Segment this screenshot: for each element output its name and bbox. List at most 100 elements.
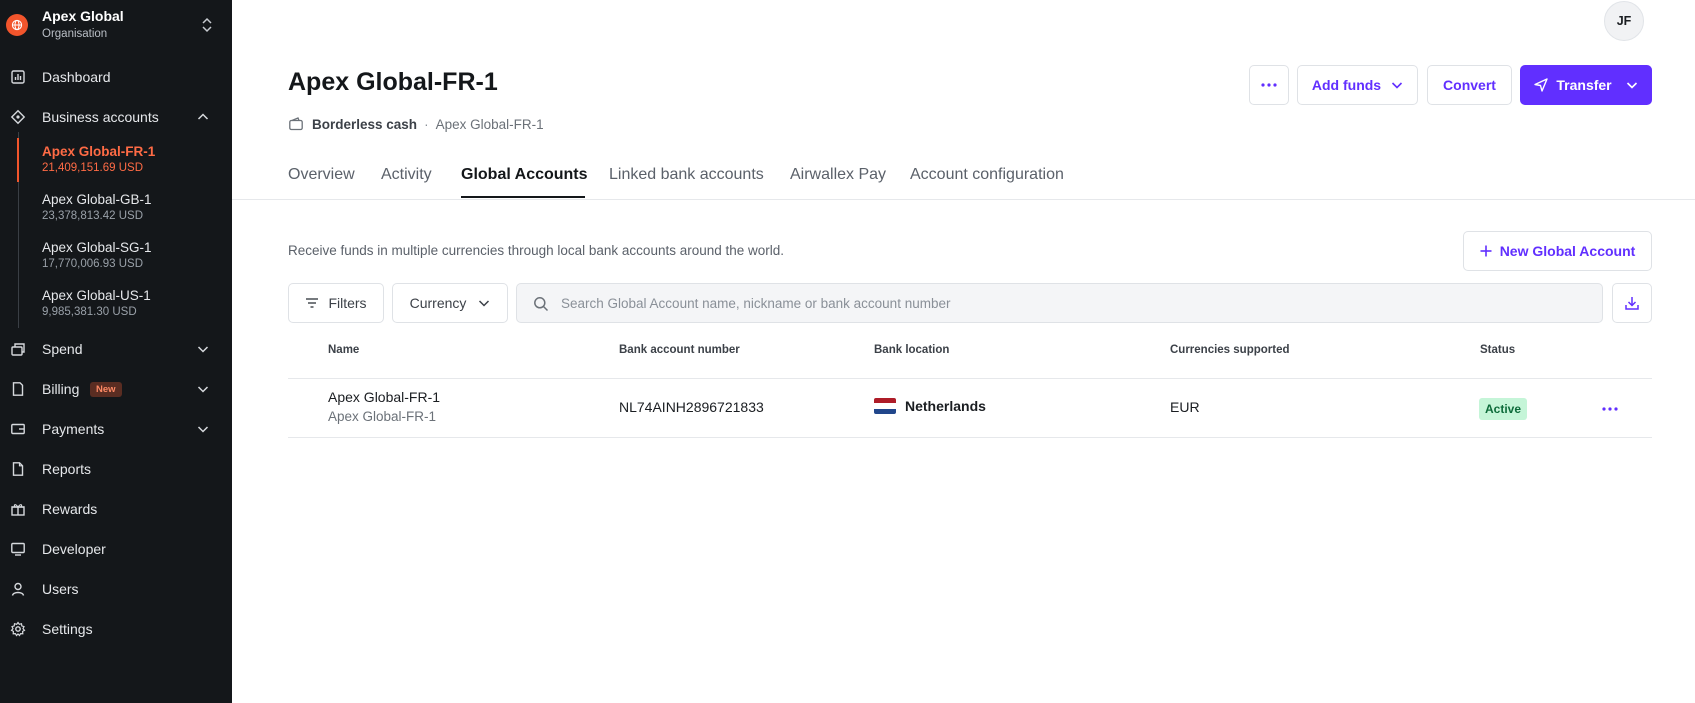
tab-linked-bank-accounts[interactable]: Linked bank accounts — [609, 166, 764, 184]
sidebar-item-label: Spend — [42, 341, 83, 357]
sidebar-item-spend[interactable]: Spend — [0, 331, 232, 367]
chevron-up-icon — [197, 113, 209, 120]
chevron-down-icon — [197, 346, 209, 353]
send-icon — [1534, 78, 1549, 92]
account-name: Apex Global-FR-1 — [42, 144, 156, 159]
currency-dropdown[interactable]: Currency — [392, 283, 508, 323]
chevron-down-icon — [479, 300, 490, 307]
sidebar-item-business-accounts[interactable]: Business accounts — [0, 99, 232, 135]
column-header-account-number: Bank account number — [619, 344, 740, 356]
document-icon — [12, 462, 24, 476]
sidebar-item-label: Reports — [42, 461, 92, 477]
row-account-number: NL74AINH2896721833 — [619, 399, 764, 415]
column-header-name: Name — [328, 344, 360, 356]
card-icon — [11, 343, 25, 356]
tab-overview[interactable]: Overview — [288, 166, 355, 184]
sidebar-item-developer[interactable]: Developer — [0, 531, 232, 567]
filters-button[interactable]: Filters — [288, 283, 384, 323]
tab-activity[interactable]: Activity — [381, 166, 432, 184]
sidebar-item-users[interactable]: Users — [0, 571, 232, 607]
row-nickname: Apex Global-FR-1 — [328, 409, 437, 424]
chevron-down-icon — [197, 386, 209, 393]
download-button[interactable] — [1612, 283, 1652, 323]
account-item-gb-1[interactable]: Apex Global-GB-1 23,378,813.42 USD — [42, 192, 227, 222]
account-balance: 23,378,813.42 USD — [42, 210, 144, 222]
tab-airwallex-pay[interactable]: Airwallex Pay — [790, 166, 886, 184]
tabs-divider — [232, 199, 1695, 200]
sidebar-item-label: Developer — [42, 541, 106, 557]
chevron-down-icon — [1626, 82, 1637, 89]
add-funds-button[interactable]: Add funds — [1297, 65, 1418, 105]
search-icon — [534, 297, 549, 312]
accounts-icon — [10, 109, 26, 125]
gift-icon — [11, 504, 25, 516]
account-item-us-1[interactable]: Apex Global-US-1 9,985,381.30 USD — [42, 288, 227, 318]
netherlands-flag-icon — [874, 398, 896, 414]
sidebar-item-label: Users — [42, 581, 79, 597]
row-name: Apex Global-FR-1 — [328, 389, 441, 405]
sidebar-item-billing[interactable]: Billing New — [0, 371, 232, 407]
account-name: Apex Global-FR-1 — [435, 116, 544, 132]
account-item-sg-1[interactable]: Apex Global-SG-1 17,770,006.93 USD — [42, 240, 227, 270]
sidebar-item-reports[interactable]: Reports — [0, 451, 232, 487]
table-row[interactable]: Apex Global-FR-1 Apex Global-FR-1 NL74AI… — [288, 378, 1652, 438]
payments-icon — [11, 423, 25, 435]
status-badge: Active — [1479, 398, 1528, 420]
org-subtitle: Organisation — [42, 28, 108, 40]
currency-label: Currency — [409, 295, 467, 311]
sidebar-item-settings[interactable]: Settings — [0, 611, 232, 647]
sidebar-item-payments[interactable]: Payments — [0, 411, 232, 447]
monitor-icon — [11, 542, 25, 556]
filters-label: Filters — [328, 295, 367, 311]
sidebar-item-label: Dashboard — [42, 69, 111, 85]
column-header-status: Status — [1480, 344, 1516, 356]
more-actions-button[interactable] — [1249, 65, 1289, 105]
active-tab-indicator — [461, 196, 585, 198]
search-box — [516, 283, 1603, 323]
search-input[interactable] — [561, 284, 1591, 322]
account-type: Borderless cash — [312, 116, 418, 132]
more-horizontal-icon — [1602, 407, 1618, 411]
sidebar: Apex Global Organisation Dashboard Busin… — [0, 0, 232, 703]
sidebar-item-label: Settings — [42, 621, 93, 637]
row-more-button[interactable] — [1598, 397, 1622, 421]
org-name: Apex Global — [42, 8, 124, 24]
column-header-currencies: Currencies supported — [1170, 344, 1290, 356]
user-avatar[interactable]: JF — [1604, 1, 1644, 41]
chevron-down-icon — [1392, 82, 1403, 89]
account-name: Apex Global-GB-1 — [42, 192, 152, 207]
account-item-fr-1[interactable]: Apex Global-FR-1 21,409,151.69 USD — [42, 144, 227, 174]
new-global-account-label: New Global Account — [1499, 243, 1636, 259]
sidebar-item-label: Rewards — [42, 501, 98, 517]
breadcrumb-separator: · — [424, 116, 429, 132]
more-horizontal-icon — [1261, 83, 1277, 87]
sidebar-item-rewards[interactable]: Rewards — [0, 491, 232, 527]
gear-icon — [10, 621, 26, 637]
transfer-label: Transfer — [1556, 77, 1612, 93]
tab-account-configuration[interactable]: Account configuration — [910, 166, 1064, 184]
sidebar-item-label: Billing — [42, 381, 80, 397]
receipt-icon — [12, 382, 24, 396]
chart-bar-icon — [11, 70, 25, 84]
wallet-icon — [289, 117, 303, 131]
filter-icon — [306, 298, 319, 308]
user-icon — [11, 582, 25, 596]
transfer-button[interactable]: Transfer — [1520, 65, 1652, 105]
page-title: Apex Global-FR-1 — [288, 68, 498, 96]
chevron-up-down-icon — [202, 17, 212, 33]
account-name: Apex Global-US-1 — [42, 288, 151, 303]
chevron-down-icon — [197, 426, 209, 433]
column-header-location: Bank location — [874, 344, 950, 356]
account-balance: 21,409,151.69 USD — [42, 162, 144, 174]
row-location: Netherlands — [905, 398, 986, 414]
sidebar-item-label: Payments — [42, 421, 105, 437]
sidebar-item-dashboard[interactable]: Dashboard — [0, 59, 232, 95]
tab-global-accounts[interactable]: Global Accounts — [461, 166, 588, 184]
new-global-account-button[interactable]: New Global Account — [1463, 231, 1652, 271]
active-indicator — [17, 138, 19, 182]
account-balance: 17,770,006.93 USD — [42, 258, 144, 270]
section-description: Receive funds in multiple currencies thr… — [288, 243, 785, 258]
convert-button[interactable]: Convert — [1427, 65, 1512, 105]
convert-label: Convert — [1443, 77, 1496, 93]
org-switcher[interactable]: Apex Global Organisation — [0, 0, 232, 50]
